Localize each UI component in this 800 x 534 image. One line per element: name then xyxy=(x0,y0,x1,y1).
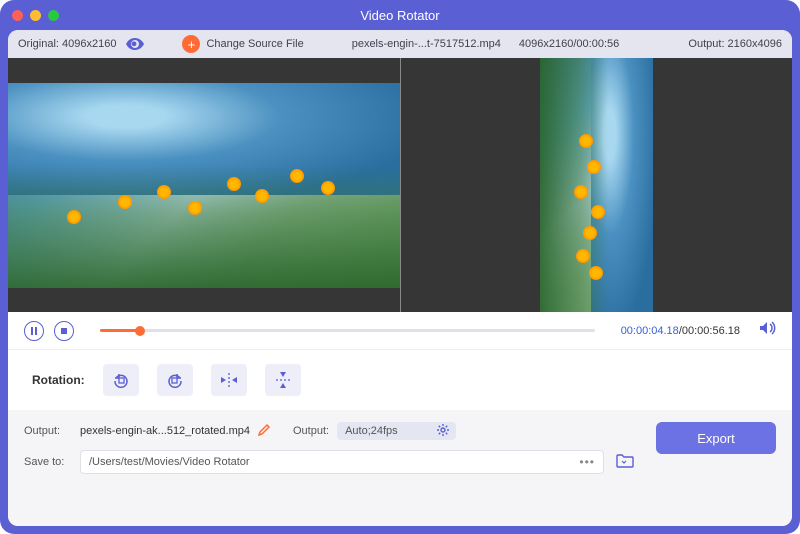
change-source-button[interactable]: + Change Source File xyxy=(182,35,303,53)
window-title: Video Rotator xyxy=(0,8,800,23)
timecode: 00:00:04.18/00:00:56.18 xyxy=(621,325,740,337)
gear-icon[interactable] xyxy=(436,423,450,440)
edit-filename-icon[interactable] xyxy=(258,423,271,439)
actions: Export xyxy=(646,422,776,516)
titlebar: Video Rotator xyxy=(0,0,800,30)
output-file-label: Output: xyxy=(24,425,72,437)
flip-vertical-button[interactable] xyxy=(265,364,301,396)
source-filename: pexels-engin-...t-7517512.mp4 xyxy=(352,38,501,50)
preview-toggle-icon[interactable] xyxy=(126,38,144,50)
output-format-group: Output: Auto;24fps xyxy=(293,422,456,440)
output-format-label: Output: xyxy=(293,425,329,437)
source-fileinfo: 4096x2160/00:00:56 xyxy=(519,38,619,50)
time-current: 00:00:04.18 xyxy=(621,325,679,337)
output-file-row: Output: pexels-engin-ak...512_rotated.mp… xyxy=(24,422,634,440)
bottom-panel: Output: pexels-engin-ak...512_rotated.mp… xyxy=(8,410,792,526)
rotated-video-frame xyxy=(540,58,653,312)
output-settings: Output: pexels-engin-ak...512_rotated.mp… xyxy=(24,422,634,516)
save-path-input[interactable]: /Users/test/Movies/Video Rotator ••• xyxy=(80,450,604,474)
plus-icon: + xyxy=(182,35,200,53)
save-path-text: /Users/test/Movies/Video Rotator xyxy=(89,456,571,468)
window-controls xyxy=(12,10,59,21)
preview-rotated xyxy=(401,58,793,312)
open-folder-icon[interactable] xyxy=(616,454,634,471)
maximize-icon[interactable] xyxy=(48,10,59,21)
preview-area xyxy=(8,58,792,312)
original-resolution: Original: 4096x2160 xyxy=(18,38,116,50)
flip-horizontal-button[interactable] xyxy=(211,364,247,396)
rotation-controls: Rotation: xyxy=(8,350,792,410)
save-to-label: Save to: xyxy=(24,456,72,468)
volume-icon[interactable] xyxy=(760,321,776,340)
rotate-cw-button[interactable] xyxy=(157,364,193,396)
close-icon[interactable] xyxy=(12,10,23,21)
stop-button[interactable] xyxy=(54,321,74,341)
pause-button[interactable] xyxy=(24,321,44,341)
output-filename: pexels-engin-ak...512_rotated.mp4 xyxy=(80,425,250,437)
output-resolution: Output: 2160x4096 xyxy=(688,38,782,50)
original-video-frame xyxy=(8,83,400,288)
app-window: Video Rotator Original: 4096x2160 + Chan… xyxy=(0,0,800,534)
playback-controls: 00:00:04.18/00:00:56.18 xyxy=(8,312,792,350)
preview-original xyxy=(8,58,401,312)
output-format-value: Auto;24fps xyxy=(345,425,398,437)
content-area: Original: 4096x2160 + Change Source File… xyxy=(8,30,792,526)
browse-icon[interactable]: ••• xyxy=(579,455,595,469)
rotation-label: Rotation: xyxy=(32,373,85,387)
playback-slider[interactable] xyxy=(100,321,595,341)
minimize-icon[interactable] xyxy=(30,10,41,21)
time-total: 00:00:56.18 xyxy=(682,325,740,337)
rotate-ccw-button[interactable] xyxy=(103,364,139,396)
change-source-label: Change Source File xyxy=(206,38,303,50)
topbar: Original: 4096x2160 + Change Source File… xyxy=(8,30,792,58)
original-info: Original: 4096x2160 xyxy=(18,38,144,50)
output-format-selector[interactable]: Auto;24fps xyxy=(337,422,456,440)
export-button[interactable]: Export xyxy=(656,422,776,454)
save-to-row: Save to: /Users/test/Movies/Video Rotato… xyxy=(24,450,634,474)
